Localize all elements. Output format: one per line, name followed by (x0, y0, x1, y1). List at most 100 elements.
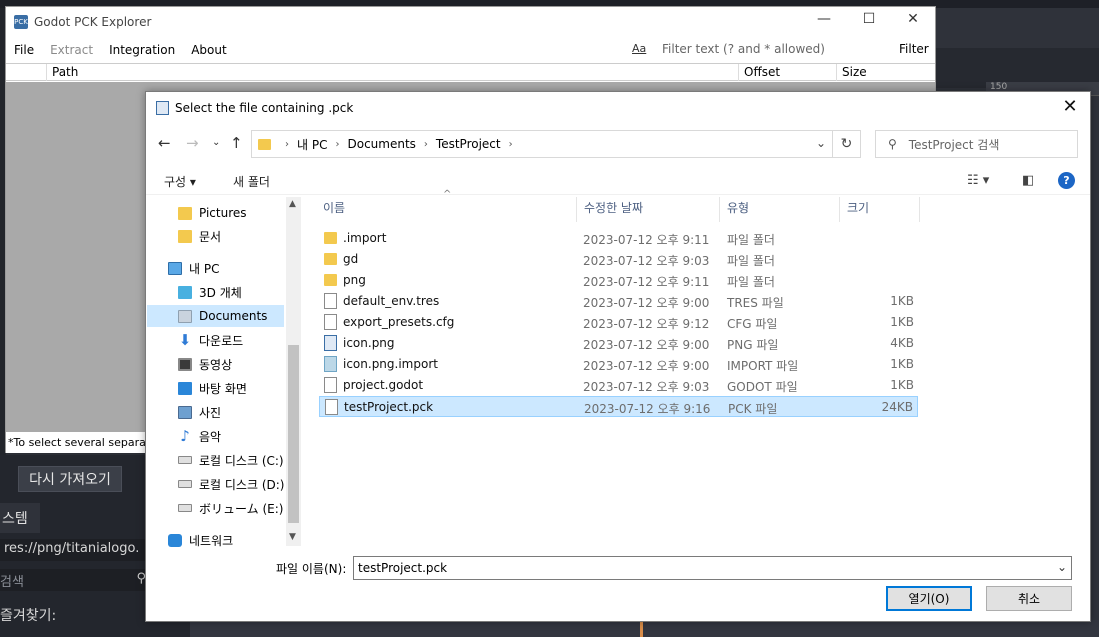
file-row[interactable]: icon.png 2023-07-12 오후 9:00 PNG 파일 4KB (319, 333, 918, 354)
filesystem-tab[interactable]: 스템 (0, 503, 40, 533)
match-case-toggle[interactable]: Aa (632, 42, 646, 55)
nav-item-documents-kr[interactable]: 문서 (178, 225, 286, 247)
scrollbar-thumb[interactable] (288, 345, 299, 523)
nav-item-music[interactable]: ♪ 음악 (178, 425, 286, 447)
view-options-icon[interactable]: ☷ ▾ (967, 173, 989, 188)
file-row[interactable]: png 2023-07-12 오후 9:11 파일 폴더 (319, 270, 918, 291)
documents-icon (178, 309, 192, 323)
open-button[interactable]: 열기(O) (886, 586, 972, 611)
file-icon (325, 399, 338, 415)
file-size: 1KB (890, 378, 914, 392)
file-row[interactable]: project.godot 2023-07-12 오후 9:03 GODOT 파일 1… (319, 375, 918, 396)
file-row[interactable]: gd 2023-07-12 오후 9:03 파일 폴더 (319, 249, 918, 270)
menu-file[interactable]: File (6, 43, 42, 57)
nav-item-pictures[interactable]: Pictures (178, 202, 286, 224)
filesystem-search-field[interactable]: 검색 ⚲ (0, 569, 150, 591)
nav-item-desktop[interactable]: 바탕 화면 (178, 377, 286, 399)
menu-about[interactable]: About (183, 43, 234, 57)
drive-icon (178, 456, 192, 464)
close-icon[interactable]: ✕ (1058, 96, 1082, 117)
help-icon[interactable]: ? (1058, 172, 1075, 189)
breadcrumb-separator-icon[interactable]: › (509, 139, 513, 150)
reimport-button[interactable]: 다시 가져오기 (18, 466, 122, 492)
file-name: icon.png (343, 336, 395, 350)
filter-input[interactable]: Filter text (? and * allowed) (656, 41, 896, 59)
column-date[interactable]: 수정한 날짜 (577, 197, 720, 222)
up-arrow-icon[interactable]: ↑ (230, 134, 243, 152)
filename-value: testProject.pck (358, 561, 448, 575)
nav-item-videos[interactable]: 동영상 (178, 353, 286, 375)
column-path[interactable]: Path (46, 64, 742, 81)
computer-icon (168, 261, 182, 275)
new-folder-button[interactable]: 새 폴더 (233, 173, 270, 190)
nav-item-this-pc[interactable]: 내 PC (168, 257, 286, 279)
pck-window-title: Godot PCK Explorer (34, 15, 152, 29)
filename-input[interactable]: testProject.pck ⌄ (353, 556, 1072, 580)
filesystem-path-field[interactable]: res://png/titanialogo. (0, 539, 150, 561)
network-icon (168, 533, 182, 547)
nav-item-label: 네트워크 (189, 533, 234, 548)
forward-arrow-icon[interactable]: → (186, 134, 199, 152)
recent-locations-chevron-icon[interactable]: ⌄ (212, 137, 220, 148)
nav-item-downloads[interactable]: ⬇ 다운로드 (178, 329, 286, 351)
nav-item-3d-objects[interactable]: 3D 개체 (178, 281, 286, 303)
scroll-down-icon[interactable]: ▼ (289, 532, 296, 542)
filter-button[interactable]: Filter (899, 42, 929, 56)
file-date: 2023-07-12 오후 9:11 (583, 233, 710, 247)
breadcrumb-separator-icon[interactable]: › (285, 139, 289, 150)
column-offset[interactable]: Offset (738, 64, 836, 81)
breadcrumb-separator-icon[interactable]: › (335, 139, 339, 150)
maximize-icon[interactable]: ☐ (854, 11, 884, 27)
preview-pane-icon[interactable]: ◧ (1022, 173, 1034, 188)
file-icon (324, 314, 337, 330)
image-file-icon (324, 335, 337, 351)
file-name: .import (343, 231, 387, 245)
file-date: 2023-07-12 오후 9:12 (583, 317, 710, 331)
file-row[interactable]: icon.png.import 2023-07-12 오후 9:00 IMPORT … (319, 354, 918, 375)
refresh-icon[interactable]: ↻ (833, 130, 861, 158)
file-row[interactable]: export_presets.cfg 2023-07-12 오후 9:12 CFG … (319, 312, 918, 333)
address-dropdown-icon[interactable]: ⌄ (816, 136, 826, 150)
file-row-selected[interactable]: testProject.pck 2023-07-12 오후 9:16 PCK 파일 2… (319, 396, 918, 417)
filename-dropdown-icon[interactable]: ⌄ (1057, 560, 1067, 574)
file-type: IMPORT 파일 (727, 359, 799, 373)
close-icon[interactable]: ✕ (898, 11, 928, 27)
column-size[interactable]: Size (836, 64, 935, 81)
file-date: 2023-07-12 오후 9:16 (584, 402, 711, 416)
dialog-app-icon (156, 101, 169, 115)
scroll-up-icon[interactable]: ▲ (289, 199, 296, 209)
breadcrumb-documents[interactable]: Documents (347, 137, 415, 151)
nav-item-label: 음악 (199, 429, 222, 444)
nav-item-drive-e[interactable]: ボリューム (E:) (178, 497, 286, 519)
nav-item-photos[interactable]: 사진 (178, 401, 286, 423)
nav-item-drive-d[interactable]: 로컬 디스크 (D:) (178, 473, 286, 495)
file-size: 1KB (890, 357, 914, 371)
file-name: export_presets.cfg (343, 315, 455, 329)
file-row[interactable]: default_env.tres 2023-07-12 오후 9:00 TRES 파… (319, 291, 918, 312)
filesystem-search-placeholder: 검색 (0, 575, 24, 590)
column-type[interactable]: 유형 (720, 197, 840, 222)
pck-title-bar: PCK Godot PCK Explorer (6, 7, 935, 37)
breadcrumb-this-pc[interactable]: 내 PC (297, 136, 327, 153)
dialog-title: Select the file containing .pck (175, 101, 354, 115)
breadcrumb-testproject[interactable]: TestProject (436, 137, 501, 151)
nav-item-documents[interactable]: Documents (147, 305, 284, 327)
nav-item-label: 다운로드 (199, 333, 244, 348)
address-bar[interactable]: › 내 PC › Documents › TestProject › ⌄ (251, 130, 833, 158)
back-arrow-icon[interactable]: ← (158, 134, 171, 152)
file-row[interactable]: .import 2023-07-12 오후 9:11 파일 폴더 (319, 228, 918, 249)
nav-scrollbar[interactable]: ▲ ▼ (286, 197, 301, 546)
column-size[interactable]: 크기 (840, 197, 920, 222)
search-box[interactable]: ⚲ TestProject 검색 (875, 130, 1078, 158)
folder-icon (178, 229, 192, 243)
breadcrumb-separator-icon[interactable]: › (424, 139, 428, 150)
nav-item-drive-c[interactable]: 로컬 디스크 (C:) (178, 449, 286, 471)
menu-extract[interactable]: Extract (42, 43, 101, 57)
organize-button[interactable]: 구성 ▾ (164, 173, 196, 190)
cancel-button[interactable]: 취소 (986, 586, 1072, 611)
column-name[interactable]: 이름 (316, 197, 577, 222)
menu-integration[interactable]: Integration (101, 43, 183, 57)
navigation-pane: Pictures 문서 내 PC 3D 개체 Documents ⬇ 다운로드 동… (146, 197, 302, 548)
nav-item-network[interactable]: 네트워크 (168, 529, 286, 551)
minimize-icon[interactable]: — (809, 11, 839, 27)
